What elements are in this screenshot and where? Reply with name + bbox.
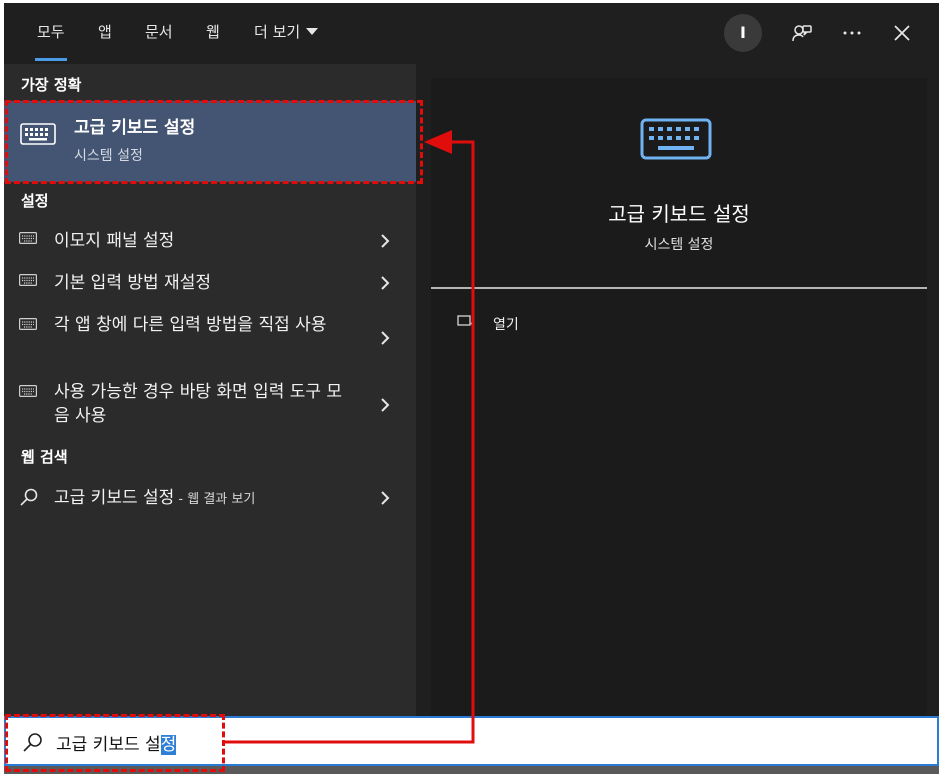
- search-icon: [20, 488, 38, 506]
- settings-item-reset-input[interactable]: 기본 입력 방법 재설정: [4, 268, 416, 298]
- tab-apps[interactable]: 앱: [98, 19, 112, 45]
- top-bar: 모두 앱 문서 웹 더 보기 I: [4, 3, 939, 64]
- feedback-button[interactable]: [786, 17, 818, 49]
- settings-item-desktop-toolbar[interactable]: 사용 가능한 경우 바탕 화면 입력 도구 모음 사용: [4, 377, 416, 431]
- best-match-item[interactable]: 고급 키보드 설정 시스템 설정: [4, 101, 416, 182]
- search-bar[interactable]: 고급 키보드 설정: [4, 716, 939, 766]
- avatar[interactable]: I: [724, 14, 762, 52]
- web-search-label: 고급 키보드 설정 - 웹 결과 보기: [54, 486, 354, 512]
- tab-label: 더 보기: [254, 23, 301, 41]
- best-match-subtitle: 시스템 설정: [74, 148, 143, 164]
- search-selected-text: 정: [160, 735, 177, 755]
- open-window-icon: [457, 315, 475, 329]
- settings-item-label: 이모지 패널 설정: [54, 231, 175, 251]
- settings-item-emoji[interactable]: 이모지 패널 설정: [4, 226, 416, 256]
- preview-subtitle: 시스템 설정: [644, 237, 714, 253]
- tab-label: 모두: [37, 23, 65, 41]
- tab-web[interactable]: 웹: [206, 19, 220, 45]
- close-icon: [894, 25, 910, 41]
- search-icon: [23, 733, 42, 752]
- web-search-item[interactable]: 고급 키보드 설정 - 웹 결과 보기: [4, 482, 416, 514]
- keyboard-icon: [19, 318, 37, 330]
- caret-down-icon: [306, 28, 319, 35]
- tab-all[interactable]: 모두: [35, 19, 67, 61]
- settings-item-label: 기본 입력 방법 재설정: [54, 273, 211, 293]
- preview-title: 고급 키보드 설정: [608, 202, 750, 226]
- chevron-right-icon: [381, 491, 390, 505]
- tab-documents[interactable]: 문서: [145, 19, 173, 45]
- tab-label: 앱: [98, 23, 112, 41]
- settings-heading: 설정: [21, 192, 49, 210]
- keyboard-icon: [19, 232, 37, 244]
- keyboard-icon: [19, 385, 37, 397]
- settings-item-label: 사용 가능한 경우 바탕 화면 입력 도구 모음 사용: [54, 382, 343, 426]
- more-options-button[interactable]: [836, 17, 868, 49]
- web-search-heading: 웹 검색: [21, 448, 68, 466]
- web-search-query: 고급 키보드 설정: [54, 488, 175, 508]
- web-search-suffix: - 웹 결과 보기: [174, 492, 256, 507]
- keyboard-icon: [19, 274, 37, 286]
- taskbar-strip: [4, 766, 939, 774]
- open-label: 열기: [493, 317, 519, 333]
- keyboard-icon: [640, 118, 712, 160]
- search-text-before: 고급 키보드 설: [56, 735, 161, 755]
- results-panel: 가장 정확 고급 키보드 설정 시스템 설정 설정 이모지 패널 설정 기본 입…: [4, 64, 416, 716]
- best-match-heading: 가장 정확: [21, 76, 82, 94]
- search-window: 모두 앱 문서 웹 더 보기 I 가장 정확 고급 키보드 설정 시스템 설정 …: [4, 3, 939, 774]
- search-input[interactable]: 고급 키보드 설정: [56, 730, 177, 755]
- chevron-right-icon: [381, 398, 390, 412]
- chevron-right-icon: [381, 234, 390, 248]
- tab-label: 웹: [206, 23, 220, 41]
- settings-item-label: 각 앱 창에 다른 입력 방법을 직접 사용: [54, 315, 327, 335]
- preview-panel: 고급 키보드 설정 시스템 설정 열기: [431, 78, 927, 716]
- feedback-icon: [792, 25, 812, 42]
- close-button[interactable]: [886, 17, 918, 49]
- tab-label: 문서: [145, 23, 173, 41]
- chevron-right-icon: [381, 276, 390, 290]
- keyboard-icon: [20, 123, 56, 145]
- divider: [431, 287, 927, 289]
- more-icon: [843, 31, 861, 35]
- best-match-title: 고급 키보드 설정: [74, 118, 196, 138]
- settings-item-per-app-input[interactable]: 각 앱 창에 다른 입력 방법을 직접 사용: [4, 310, 416, 364]
- chevron-right-icon: [381, 331, 390, 345]
- tab-more[interactable]: 더 보기: [254, 19, 319, 45]
